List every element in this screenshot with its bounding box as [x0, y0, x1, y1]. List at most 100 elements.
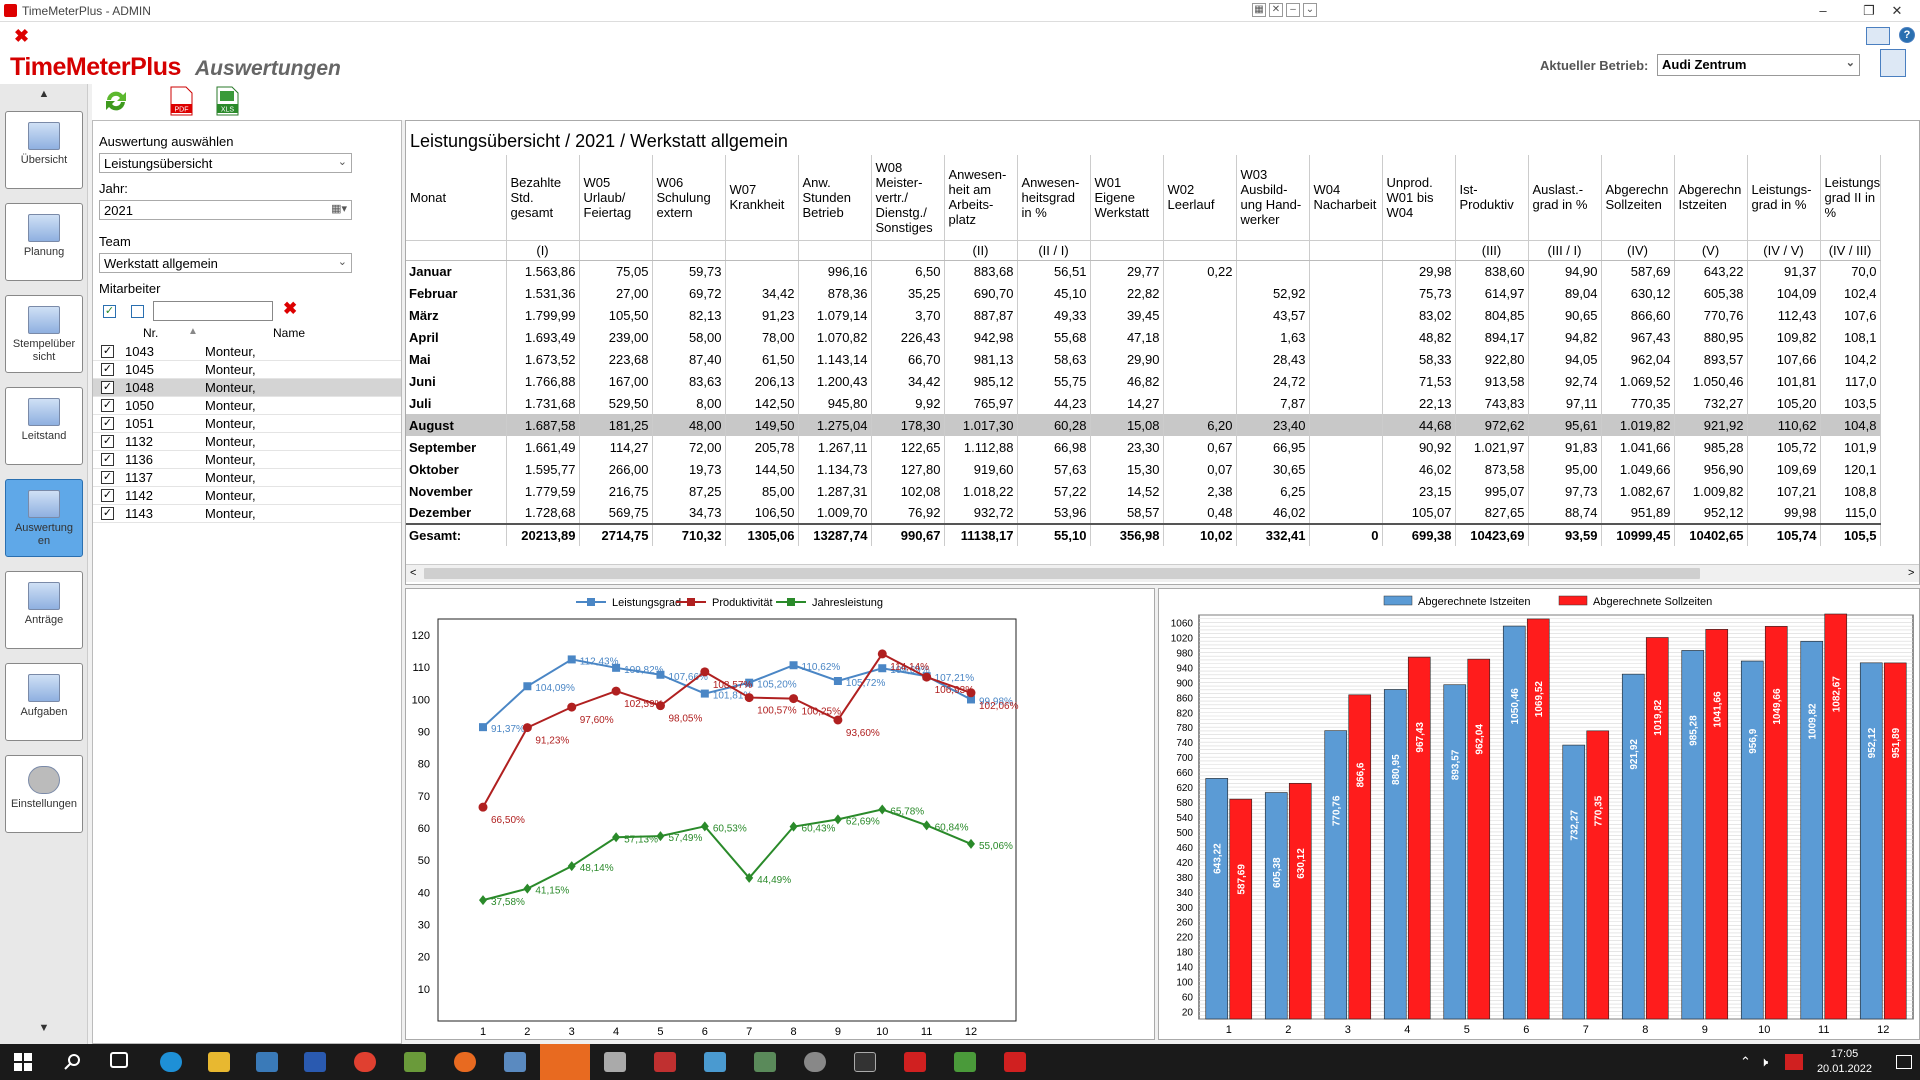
employee-checkbox[interactable]: ✓	[101, 471, 114, 484]
nav-antraege[interactable]: Anträge	[5, 571, 83, 649]
app-icon-2[interactable]	[404, 1052, 426, 1072]
table-row[interactable]: Dezember 1.728,68 569,75 34,73 106,50 1.009,7…	[406, 502, 1881, 524]
bar[interactable]	[1205, 778, 1229, 1020]
layout-icon[interactable]	[1866, 27, 1890, 45]
bar[interactable]	[1621, 673, 1645, 1020]
tray-chevron-icon[interactable]: ⌃	[1740, 1054, 1751, 1070]
employee-checkbox[interactable]: ✓	[101, 381, 114, 394]
explorer-icon[interactable]	[208, 1052, 230, 1072]
table-row[interactable]: November 1.779,59 216,75 87,25 85,00 1.287,31…	[406, 480, 1881, 502]
data-point[interactable]	[655, 701, 665, 711]
bar[interactable]	[1800, 640, 1824, 1020]
teamviewer-icon[interactable]	[540, 1044, 590, 1080]
grid-icon[interactable]: ▦	[1252, 3, 1266, 17]
close-button[interactable]: ✕	[1874, 0, 1920, 22]
notification-icon[interactable]	[1896, 1055, 1912, 1069]
data-point[interactable]	[567, 655, 576, 664]
bar[interactable]	[1562, 744, 1586, 1020]
bar[interactable]	[1859, 662, 1883, 1020]
auswertung-select[interactable]: Leistungsübersicht ⌄	[99, 153, 352, 173]
jahr-field[interactable]: 2021 ▦▾	[99, 200, 352, 220]
scroll-left-icon[interactable]: <	[410, 567, 416, 579]
refresh-icon[interactable]	[101, 86, 131, 116]
bar[interactable]	[1288, 782, 1312, 1020]
powershell-icon[interactable]	[304, 1052, 326, 1072]
bar[interactable]	[1324, 730, 1348, 1020]
pdf-export-icon[interactable]: PDF	[166, 86, 196, 116]
data-point[interactable]	[567, 702, 577, 712]
nav-uebersicht[interactable]: Übersicht	[5, 111, 83, 189]
nav-einstellungen[interactable]: Einstellungen	[5, 755, 83, 833]
chevron-down-icon[interactable]: ⌄	[1303, 3, 1317, 17]
clear-filter-icon[interactable]: ✖	[283, 299, 297, 319]
data-point[interactable]	[833, 677, 842, 686]
data-point[interactable]	[478, 802, 488, 812]
employee-row[interactable]: ✓ 1136 Monteur,	[93, 451, 401, 469]
employee-row[interactable]: ✓ 1048 Monteur,	[93, 379, 401, 397]
table-row[interactable]: Januar 1.563,86 75,05 59,73 996,16 6,50 883,68…	[406, 260, 1881, 282]
help-icon[interactable]: ?	[1899, 27, 1915, 43]
timemeter-icon[interactable]	[904, 1052, 926, 1072]
data-point[interactable]	[611, 686, 621, 696]
minimize-small-icon[interactable]: –	[1286, 3, 1300, 17]
xls-export-icon[interactable]: XLS	[212, 86, 242, 116]
table-row[interactable]: Juni 1.766,88 167,00 83,63 206,13 1.200,43 34,…	[406, 370, 1881, 392]
data-point[interactable]	[522, 723, 532, 733]
data-point[interactable]	[878, 664, 887, 673]
scroll-right-icon[interactable]: >	[1908, 567, 1914, 579]
close-icon[interactable]: ✖	[14, 27, 29, 45]
employee-row[interactable]: ✓ 1050 Monteur,	[93, 397, 401, 415]
app-icon-3[interactable]	[504, 1052, 526, 1072]
data-point[interactable]	[656, 670, 665, 679]
employee-row[interactable]: ✓ 1142 Monteur,	[93, 487, 401, 505]
bar[interactable]	[1229, 798, 1253, 1020]
clock[interactable]: 17:05 20.01.2022	[1817, 1047, 1872, 1077]
data-point[interactable]	[479, 723, 487, 732]
app-icon-4[interactable]	[604, 1052, 626, 1072]
team-select[interactable]: Werkstatt allgemein ⌄	[99, 253, 352, 273]
table-row[interactable]: Februar 1.531,36 27,00 69,72 34,42 878,36 35,2…	[406, 282, 1881, 304]
total-row[interactable]: Gesamt: 20213,89 2714,75 710,32 1305,06 13287…	[406, 523, 1881, 546]
data-point[interactable]	[833, 715, 843, 725]
nav-planung[interactable]: Planung	[5, 203, 83, 281]
data-point[interactable]	[700, 667, 710, 677]
table-row[interactable]: Juli 1.731,68 529,50 8,00 142,50 945,80 9,92 76…	[406, 392, 1881, 414]
nav-up-arrow-icon[interactable]: ▲	[0, 88, 88, 106]
mitarbeiter-search-input[interactable]	[153, 301, 273, 321]
table-row[interactable]: Oktober 1.595,77 266,00 19,73 144,50 1.134,73…	[406, 458, 1881, 480]
employee-checkbox[interactable]: ✓	[101, 417, 114, 430]
table-row[interactable]: Mai 1.673,52 223,68 87,40 61,50 1.143,14 66,70…	[406, 348, 1881, 370]
table-row[interactable]: April 1.693,49 239,00 58,00 78,00 1.070,82 226…	[406, 326, 1881, 348]
data-point[interactable]	[877, 649, 887, 659]
calendar-icon[interactable]: ▦▾	[331, 202, 347, 215]
employee-checkbox[interactable]: ✓	[101, 345, 114, 358]
employee-row[interactable]: ✓ 1143 Monteur,	[93, 505, 401, 523]
nav-stempeluebersicht[interactable]: Stempelüber sicht	[5, 295, 83, 373]
app-icon-5[interactable]	[654, 1052, 676, 1072]
scrollbar-thumb[interactable]	[424, 568, 1700, 579]
employee-checkbox[interactable]: ✓	[101, 435, 114, 448]
horizontal-scrollbar[interactable]: < >	[406, 564, 1919, 582]
app-icon-6[interactable]	[704, 1052, 726, 1072]
bar[interactable]	[1764, 626, 1788, 1020]
data-point[interactable]	[789, 661, 798, 670]
employee-row[interactable]: ✓ 1137 Monteur,	[93, 469, 401, 487]
bar[interactable]	[1705, 629, 1729, 1020]
bar[interactable]	[1467, 658, 1491, 1020]
bar[interactable]	[1645, 637, 1669, 1020]
table-row[interactable]: September 1.661,49 114,27 72,00 205,78 1.267,…	[406, 436, 1881, 458]
employee-checkbox[interactable]: ✓	[101, 363, 114, 376]
employee-row[interactable]: ✓ 1051 Monteur,	[93, 415, 401, 433]
col-name-header[interactable]: Name	[273, 326, 305, 340]
bar[interactable]	[1502, 625, 1526, 1020]
data-point[interactable]	[523, 682, 532, 691]
bar[interactable]	[1443, 684, 1467, 1020]
employee-checkbox[interactable]: ✓	[101, 399, 114, 412]
app-icon-7[interactable]	[754, 1052, 776, 1072]
settings-gear-icon[interactable]	[804, 1052, 826, 1072]
table-row[interactable]: August 1.687,58 181,25 48,00 149,50 1.275,04 1…	[406, 414, 1881, 436]
employee-row[interactable]: ✓ 1132 Monteur,	[93, 433, 401, 451]
employee-row[interactable]: ✓ 1043 Monteur,	[93, 343, 401, 361]
select-none-checkbox[interactable]	[131, 305, 144, 318]
bar[interactable]	[1586, 730, 1610, 1020]
